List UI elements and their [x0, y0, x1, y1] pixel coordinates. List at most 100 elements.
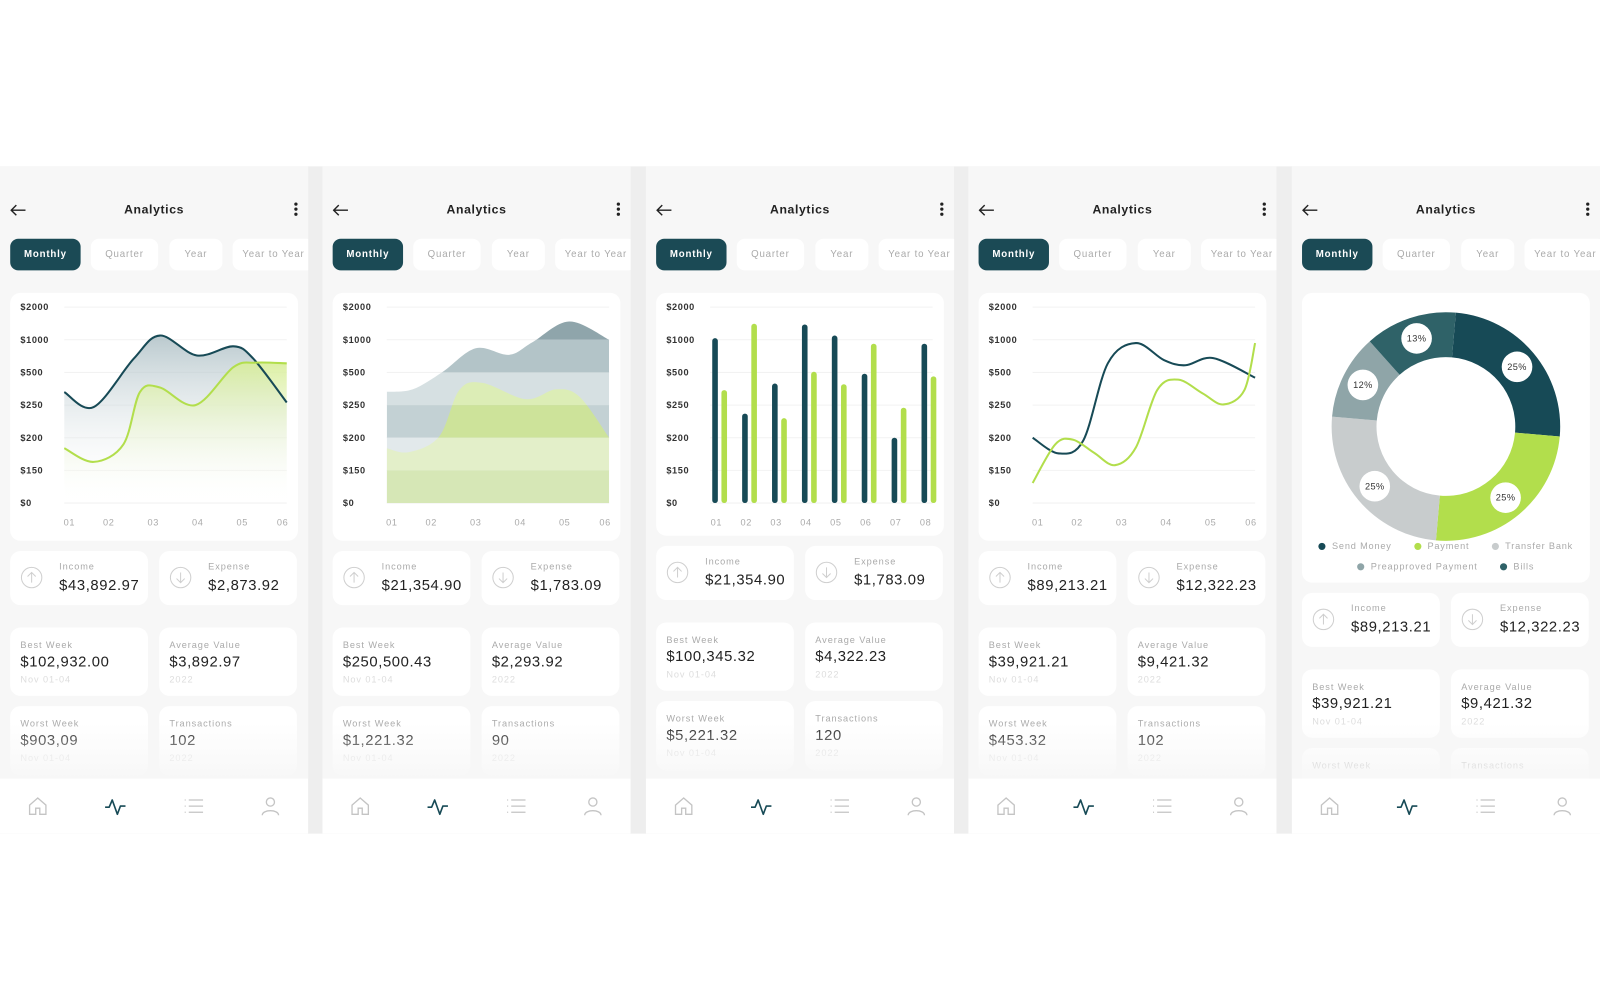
- list-icon[interactable]: [829, 795, 851, 817]
- bar-dark[interactable]: [712, 338, 718, 504]
- stat-card-best-week[interactable]: Best Week $100,345.32 Nov 01-04: [656, 622, 794, 691]
- bar-green[interactable]: [751, 323, 757, 504]
- stat-card-average-value[interactable]: Average Value $3,892.97 2022: [159, 627, 297, 696]
- stat-card-best-week[interactable]: Best Week $39,921.21 Nov 01-04: [978, 627, 1117, 696]
- expense-card[interactable]: Expense $1,783.09: [481, 551, 620, 606]
- stat-card-average-value[interactable]: Average Value $2,293.92 2022: [481, 627, 620, 696]
- user-icon[interactable]: [1228, 795, 1250, 817]
- tab-monthly[interactable]: Monthly: [10, 238, 81, 271]
- income-card[interactable]: Income $89,213.21: [978, 551, 1117, 606]
- bar-green[interactable]: [870, 343, 877, 504]
- stat-card-best-week[interactable]: Best Week $250,500.43 Nov 01-04: [332, 627, 471, 696]
- bar-dark[interactable]: [861, 373, 868, 504]
- bar-dark[interactable]: [921, 343, 928, 504]
- y-tick-label: $1000: [20, 335, 49, 345]
- tab-year-to-year[interactable]: Year to Year: [878, 238, 955, 271]
- y-tick-label: $500: [989, 368, 1012, 378]
- user-icon[interactable]: [582, 795, 604, 817]
- stat-card-average-value[interactable]: Average Value $4,322.23 2022: [805, 622, 943, 691]
- tab-year[interactable]: Year: [1461, 238, 1515, 271]
- bar-dark[interactable]: [891, 437, 898, 504]
- legend-item[interactable]: Send Money: [1318, 541, 1392, 551]
- legend-item[interactable]: Payment: [1414, 541, 1469, 551]
- expense-value: $12,322.23: [1176, 577, 1257, 594]
- income-card[interactable]: Income $21,354.90: [332, 551, 471, 606]
- stat-label: Average Value: [1137, 639, 1210, 650]
- bar-dark[interactable]: [831, 335, 838, 504]
- user-icon[interactable]: [259, 795, 281, 817]
- stat-value: $2,293.92: [491, 654, 564, 671]
- tab-year-to-year[interactable]: Year to Year: [1524, 238, 1600, 271]
- bar-dark[interactable]: [801, 324, 808, 504]
- home-icon[interactable]: [27, 795, 49, 817]
- line-series-dark[interactable]: [1032, 342, 1256, 455]
- activity-icon[interactable]: [427, 795, 449, 817]
- user-icon[interactable]: [1551, 795, 1573, 817]
- activity-icon[interactable]: [750, 795, 772, 817]
- tab-year[interactable]: Year: [491, 238, 545, 271]
- more-menu-icon[interactable]: [1585, 201, 1591, 217]
- stat-card-best-week[interactable]: Best Week $102,932.00 Nov 01-04: [10, 627, 148, 696]
- income-card[interactable]: Income $21,354.90: [656, 545, 794, 600]
- activity-icon[interactable]: [1072, 795, 1094, 817]
- stat-card-average-value[interactable]: Average Value $9,421.32 2022: [1127, 627, 1266, 696]
- expense-card[interactable]: Expense $1,783.09: [805, 545, 943, 600]
- activity-icon[interactable]: [104, 795, 126, 817]
- bar-dark[interactable]: [742, 413, 748, 504]
- page-title: Analytics: [446, 202, 507, 217]
- tab-quarter[interactable]: Quarter: [1059, 238, 1127, 271]
- tab-year[interactable]: Year: [169, 238, 223, 271]
- more-menu-icon[interactable]: [1261, 201, 1267, 217]
- bar-green[interactable]: [811, 371, 817, 504]
- legend-item[interactable]: Bills: [1500, 561, 1534, 571]
- bar-green[interactable]: [721, 390, 728, 504]
- more-menu-icon[interactable]: [615, 201, 621, 217]
- line-series-green[interactable]: [1031, 342, 1257, 484]
- income-card[interactable]: Income $89,213.21: [1302, 592, 1440, 647]
- tab-quarter[interactable]: Quarter: [90, 238, 159, 271]
- y-tick-label: $500: [666, 368, 689, 378]
- income-card[interactable]: Income $43,892.97: [10, 551, 148, 606]
- tab-monthly[interactable]: Monthly: [978, 238, 1049, 271]
- home-icon[interactable]: [1318, 795, 1340, 817]
- expense-card[interactable]: Expense $2,873.92: [159, 551, 297, 606]
- tab-quarter[interactable]: Quarter: [736, 238, 805, 271]
- list-icon[interactable]: [1151, 795, 1173, 817]
- arrow-down-circle-icon: [169, 566, 192, 589]
- tab-year[interactable]: Year: [815, 238, 869, 271]
- home-icon[interactable]: [349, 795, 371, 817]
- chart-card: $2000 $1000 $500 $250 $200 $150 $0 01 02 03 04 05 06: [10, 292, 298, 541]
- tab-quarter[interactable]: Quarter: [413, 238, 481, 271]
- expense-card[interactable]: Expense $12,322.23: [1451, 592, 1589, 647]
- more-menu-icon[interactable]: [939, 201, 945, 217]
- tab-year[interactable]: Year: [1137, 238, 1191, 271]
- list-icon[interactable]: [183, 795, 205, 817]
- user-icon[interactable]: [905, 795, 927, 817]
- tab-year-to-year[interactable]: Year to Year: [555, 238, 631, 271]
- chart-bar: $2000 $1000 $500 $250 $200 $150 $0 01 02 03 04 05 06…: [666, 302, 937, 528]
- tab-year-to-year[interactable]: Year to Year: [232, 238, 309, 271]
- expense-card[interactable]: Expense $12,322.23: [1127, 551, 1266, 606]
- bar-green[interactable]: [930, 376, 937, 504]
- bar-dark[interactable]: [772, 383, 778, 504]
- home-icon[interactable]: [672, 795, 694, 817]
- bar-green[interactable]: [900, 407, 907, 504]
- tab-monthly[interactable]: Monthly: [656, 238, 727, 271]
- legend-item[interactable]: Preapproved Payment: [1357, 561, 1477, 571]
- list-icon[interactable]: [505, 795, 527, 817]
- home-icon[interactable]: [995, 795, 1017, 817]
- tab-year-to-year[interactable]: Year to Year: [1201, 238, 1277, 271]
- legend-item[interactable]: Transfer Bank: [1491, 541, 1573, 551]
- scroll-fade: [0, 722, 309, 779]
- expense-label: Expense: [530, 561, 573, 572]
- activity-icon[interactable]: [1396, 795, 1418, 817]
- stat-label: Average Value: [169, 639, 241, 650]
- more-menu-icon[interactable]: [293, 201, 299, 217]
- list-icon[interactable]: [1474, 795, 1496, 817]
- tab-monthly[interactable]: Monthly: [332, 238, 404, 271]
- bar-green[interactable]: [781, 418, 787, 504]
- bar-green[interactable]: [841, 384, 847, 504]
- tab-quarter[interactable]: Quarter: [1382, 238, 1450, 271]
- y-tick-label: $2000: [989, 302, 1018, 312]
- tab-monthly[interactable]: Monthly: [1302, 238, 1373, 271]
